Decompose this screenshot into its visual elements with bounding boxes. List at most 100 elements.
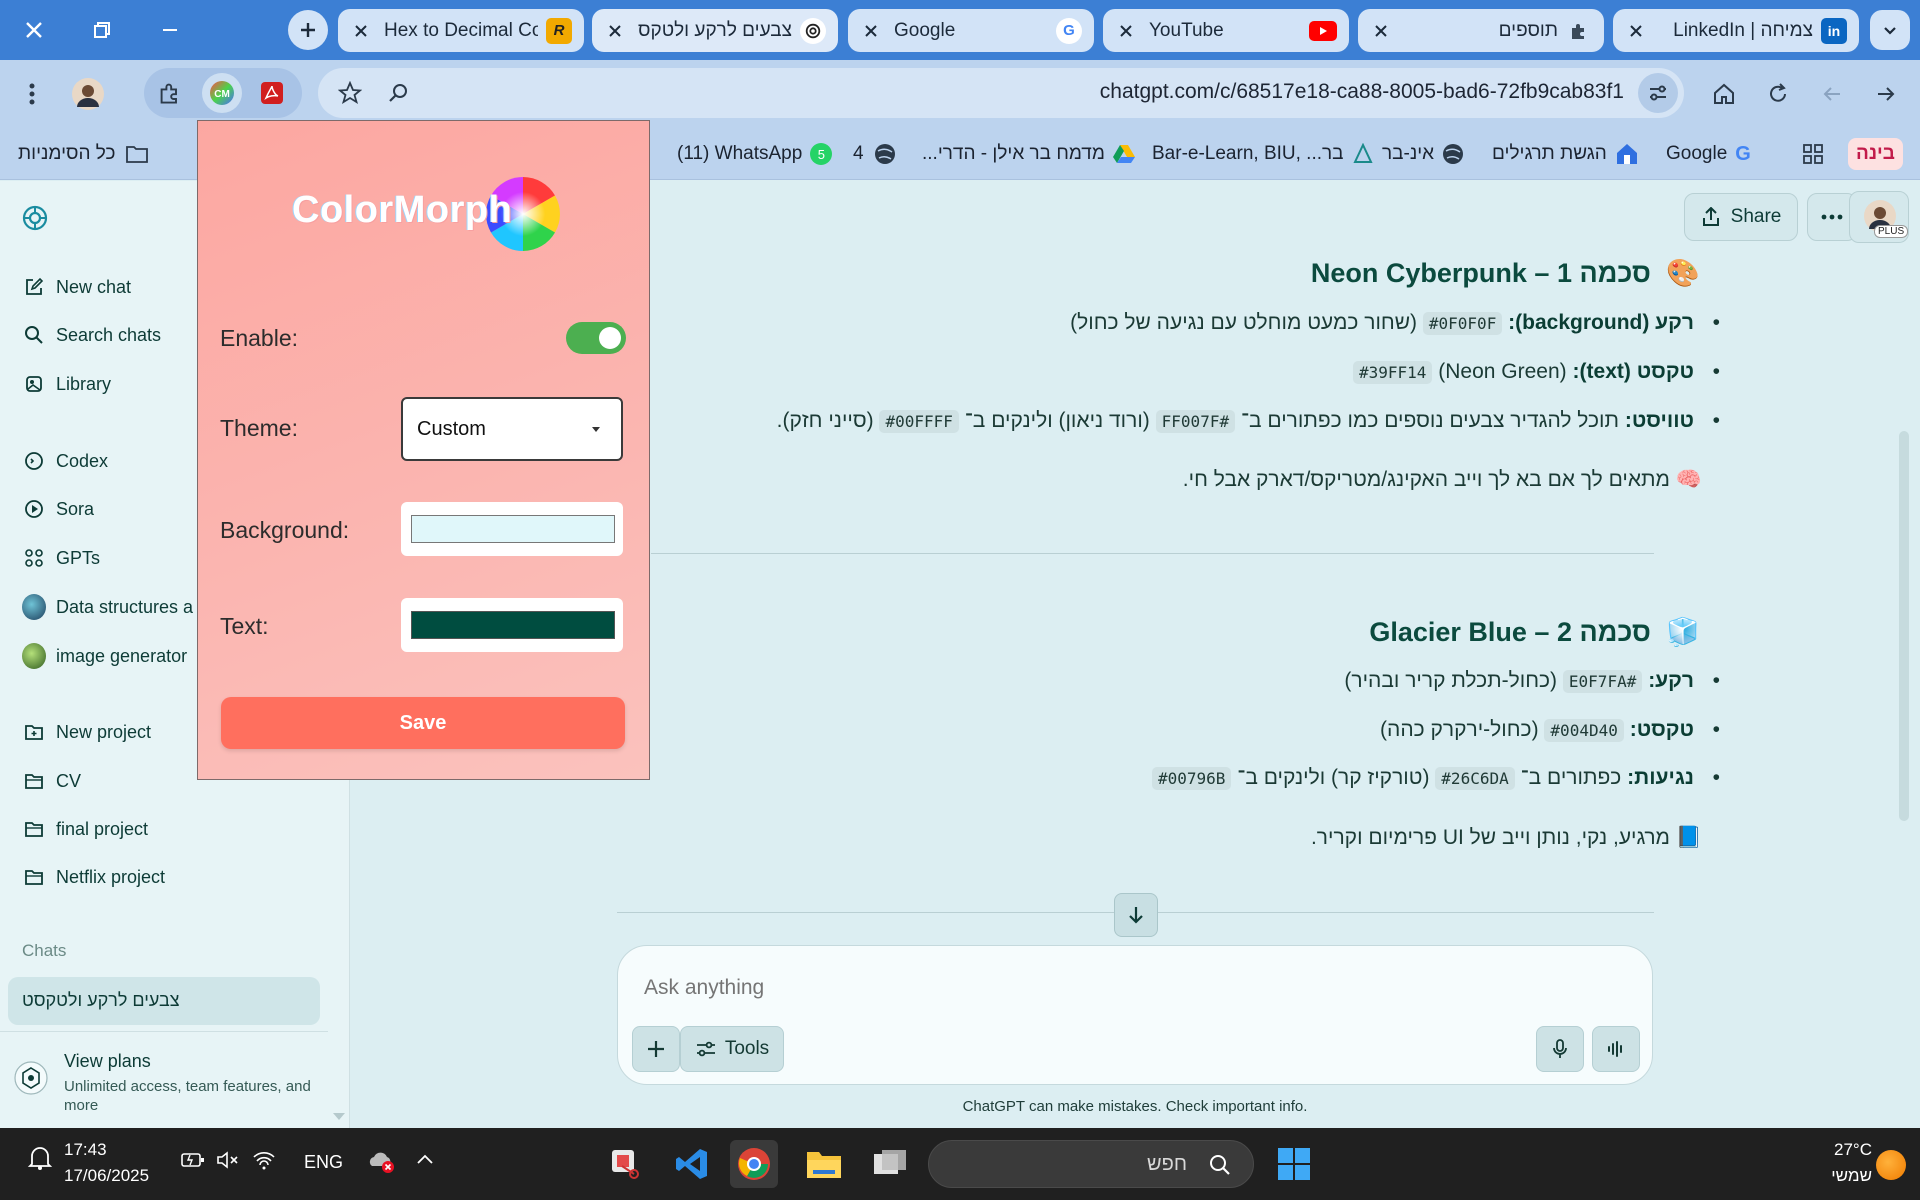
share-button[interactable]: Share bbox=[1684, 193, 1798, 241]
close-icon[interactable] bbox=[860, 20, 882, 42]
plus-icon bbox=[648, 1041, 664, 1057]
logo-text: ColorMorph bbox=[292, 189, 513, 231]
bullet-text: (ורוד ניאון) ולינקים ב־ bbox=[964, 409, 1150, 432]
browser-toolbar: CM chatgpt.com/c/68517e18-ca88-8005-bad6… bbox=[0, 60, 1920, 128]
book-icon: 📘 bbox=[1675, 826, 1702, 849]
restore-window-icon[interactable] bbox=[82, 10, 122, 50]
dictate-button[interactable] bbox=[1536, 1026, 1584, 1072]
clock-date[interactable]: 17/06/2025 bbox=[64, 1166, 149, 1186]
close-icon[interactable] bbox=[1370, 20, 1392, 42]
tab-google[interactable]: Google G bbox=[848, 9, 1094, 52]
sidebar-item-final-project[interactable]: final project bbox=[22, 811, 342, 847]
tab-title: תוספים bbox=[1498, 19, 1558, 41]
extensions-puzzle-icon[interactable] bbox=[150, 73, 190, 113]
taskbar-search[interactable]: חפש bbox=[928, 1140, 1254, 1188]
enable-toggle[interactable] bbox=[566, 322, 626, 354]
ai-label-button[interactable]: בינה bbox=[1848, 138, 1903, 170]
pdf-extension-icon[interactable] bbox=[252, 73, 292, 113]
save-button[interactable]: Save bbox=[221, 697, 625, 749]
bookmark-exercises[interactable]: הגשת תרגילים bbox=[1492, 138, 1639, 170]
apps-grid-icon[interactable] bbox=[1802, 138, 1824, 170]
bookmark-drive[interactable]: מדמח בר אילן - הדרי... bbox=[922, 138, 1135, 170]
volume-muted-icon[interactable] bbox=[216, 1150, 240, 1175]
openai-logo-icon[interactable] bbox=[20, 203, 50, 238]
view-plans-button[interactable]: View plans Unlimited access, team featur… bbox=[14, 1051, 330, 1121]
minimize-window-icon[interactable] bbox=[150, 10, 190, 50]
sidebar-item-netflix-project[interactable]: Netflix project bbox=[22, 859, 342, 895]
forward-icon[interactable] bbox=[1812, 74, 1852, 114]
home-icon[interactable] bbox=[1704, 74, 1744, 114]
theme-select[interactable]: Custom bbox=[401, 397, 623, 461]
youtube-icon bbox=[1309, 20, 1337, 41]
bookmark-google[interactable]: Google G bbox=[1666, 138, 1751, 170]
close-icon[interactable] bbox=[604, 20, 626, 42]
all-bookmarks[interactable]: כל הסימניות bbox=[18, 138, 149, 170]
tools-button[interactable]: Tools bbox=[680, 1026, 784, 1072]
profile-avatar[interactable] bbox=[68, 74, 108, 114]
bullet-text: (שחור כמעט מוחלט עם נגיעה של כחול) bbox=[1070, 311, 1418, 334]
tab-title: Hex to Decimal Co bbox=[384, 19, 538, 41]
bookmark-star-icon[interactable] bbox=[330, 73, 370, 113]
weather-temp[interactable]: 27°C bbox=[1804, 1140, 1872, 1160]
bookmark-bar-e-learn[interactable]: Bar-e-Learn, BIU, ...בר bbox=[1152, 138, 1374, 170]
language-indicator[interactable]: ENG bbox=[304, 1152, 343, 1173]
tab-linkedin[interactable]: צמיחה | LinkedIn in bbox=[1613, 9, 1859, 52]
tab-hex-to-decimal[interactable]: Hex to Decimal Co R bbox=[338, 9, 584, 52]
scroll-to-bottom-button[interactable] bbox=[1114, 893, 1158, 937]
user-avatar-button[interactable]: PLUS bbox=[1849, 191, 1909, 243]
divider bbox=[0, 1031, 328, 1032]
start-windows-icon[interactable] bbox=[1270, 1140, 1318, 1188]
scheme1-heading: סכמה 1 – Neon Cyberpunk 🎨 bbox=[1311, 257, 1700, 289]
reload-icon[interactable] bbox=[1758, 74, 1798, 114]
text-color-picker[interactable] bbox=[401, 598, 623, 652]
weather-condition[interactable]: שמשי bbox=[1790, 1166, 1872, 1186]
bullet-text: כפתורים ב־ bbox=[1520, 766, 1622, 789]
more-dots-icon bbox=[1821, 214, 1843, 220]
tab-extensions[interactable]: תוספים bbox=[1358, 9, 1604, 52]
snipping-tool-icon[interactable] bbox=[602, 1140, 650, 1188]
chrome-icon[interactable] bbox=[730, 1140, 778, 1188]
prompt-input[interactable] bbox=[644, 972, 1544, 1004]
file-explorer-icon[interactable] bbox=[800, 1140, 848, 1188]
address-bar[interactable]: chatgpt.com/c/68517e18-ca88-8005-bad6-72… bbox=[318, 68, 1684, 118]
notifications-icon[interactable] bbox=[26, 1144, 54, 1177]
bullet-label: רקע (background): bbox=[1508, 311, 1694, 334]
google-drive-icon bbox=[1112, 145, 1135, 163]
new-tab-button[interactable] bbox=[288, 10, 328, 50]
background-color-picker[interactable] bbox=[401, 502, 623, 556]
avatar-icon bbox=[22, 594, 46, 620]
zoom-lens-icon[interactable] bbox=[378, 73, 418, 113]
task-view-icon[interactable] bbox=[866, 1140, 914, 1188]
close-icon[interactable] bbox=[1625, 20, 1647, 42]
linkedin-icon: in bbox=[1821, 17, 1847, 44]
sidebar-scroll-down-icon[interactable] bbox=[332, 1109, 346, 1127]
tab-youtube[interactable]: YouTube bbox=[1103, 9, 1349, 52]
bookmark-inbar[interactable]: אינ-בר bbox=[1382, 138, 1464, 170]
ai-label: בינה bbox=[1856, 143, 1895, 164]
tab-search-button[interactable] bbox=[1870, 10, 1910, 50]
onedrive-error-icon[interactable] bbox=[366, 1148, 396, 1179]
menu-dots-icon[interactable] bbox=[12, 74, 52, 114]
clock-time[interactable]: 17:43 bbox=[64, 1140, 107, 1160]
show-hidden-icons-chevron-icon[interactable] bbox=[416, 1152, 434, 1170]
battery-icon[interactable] bbox=[180, 1150, 206, 1175]
add-attachment-button[interactable] bbox=[632, 1026, 680, 1072]
voice-mode-button[interactable] bbox=[1592, 1026, 1640, 1072]
back-icon[interactable] bbox=[1866, 74, 1906, 114]
scheme1-note: 🧠 מתאים לך אם בא לך וייב האקינג/מטריקס/ד… bbox=[1183, 468, 1702, 492]
close-icon[interactable] bbox=[1115, 20, 1137, 42]
close-window-icon[interactable] bbox=[14, 10, 54, 50]
bookmark-whatsapp[interactable]: (11) WhatsApp 5 bbox=[677, 138, 833, 170]
colormorph-extension-icon[interactable]: CM bbox=[202, 73, 242, 113]
tab-chatgpt[interactable]: צבעים לרקע ולטקס bbox=[592, 9, 838, 52]
close-icon[interactable] bbox=[350, 20, 372, 42]
site-settings-icon[interactable] bbox=[1638, 73, 1678, 113]
chat-item-active[interactable]: צבעים לרקע ולטקסט bbox=[8, 977, 320, 1025]
composer: Tools bbox=[617, 945, 1653, 1085]
bookmark-4[interactable]: 4 bbox=[853, 138, 896, 170]
chat-scrollbar[interactable] bbox=[1899, 431, 1909, 821]
scheme2-note: 📘 מרגיע, נקי, נותן וייב של UI פרימיום וק… bbox=[1311, 826, 1702, 850]
vscode-icon[interactable] bbox=[668, 1140, 716, 1188]
wifi-icon[interactable] bbox=[252, 1150, 276, 1175]
svg-text:CM: CM bbox=[214, 89, 230, 100]
